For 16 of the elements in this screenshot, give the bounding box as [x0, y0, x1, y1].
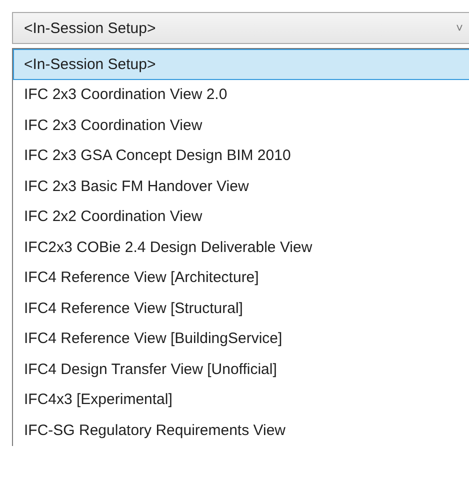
dropdown-option[interactable]: IFC 2x3 GSA Concept Design BIM 2010 — [13, 140, 469, 171]
dropdown-option[interactable]: IFC2x3 COBie 2.4 Design Deliverable View — [13, 232, 469, 262]
dropdown-option[interactable]: IFC 2x2 Coordination View — [13, 202, 469, 232]
dropdown-option[interactable]: IFC 2x3 Coordination View — [13, 110, 469, 140]
dropdown-option[interactable]: IFC 2x3 Basic FM Handover View — [13, 171, 469, 202]
dropdown-option[interactable]: IFC-SG Regulatory Requirements View — [13, 415, 469, 446]
dropdown-option[interactable]: IFC4 Design Transfer View [Unofficial] — [13, 354, 469, 384]
dropdown-value: <In-Session Setup> — [24, 20, 156, 36]
dropdown-option[interactable]: IFC 2x3 Coordination View 2.0 — [13, 80, 469, 110]
dropdown-option[interactable]: IFC4 Reference View [Architecture] — [13, 262, 469, 293]
dropdown-option[interactable]: <In-Session Setup> — [13, 49, 469, 80]
dropdown-option[interactable]: IFC4 Reference View [BuildingService] — [13, 324, 469, 354]
dropdown-option[interactable]: IFC4 Reference View [Structural] — [13, 293, 469, 324]
dropdown-arrow-icon[interactable]: ˅ — [456, 21, 463, 35]
dropdown-option[interactable]: IFC4x3 [Experimental] — [13, 384, 469, 415]
dropdown-field[interactable]: <In-Session Setup> ˅ — [12, 12, 469, 44]
